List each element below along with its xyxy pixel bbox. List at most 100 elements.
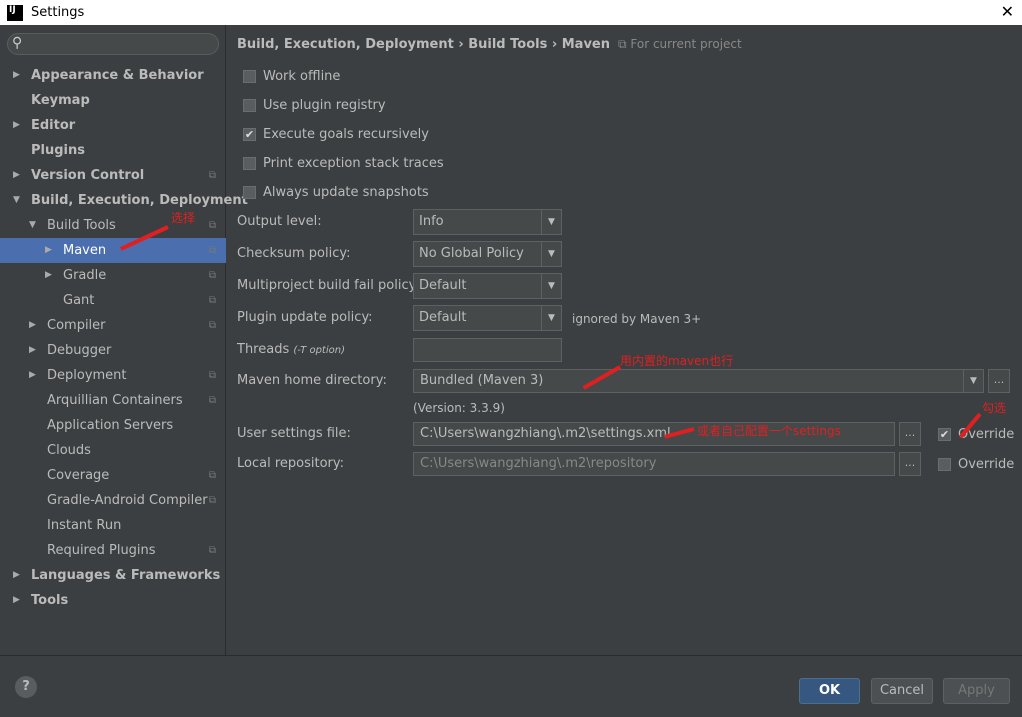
settings-sidebar: ⚲ ▶ Appearance & Behavior Keymap ▶ Editor Plu…: [0, 25, 248, 655]
breadcrumb-path: Build, Execution, Deployment › Build Too…: [237, 37, 610, 52]
chevron-down-icon: ▼: [541, 306, 561, 330]
close-icon[interactable]: ✕: [1001, 2, 1014, 21]
project-scope-icon: ⧉: [208, 370, 216, 381]
threads-input[interactable]: [413, 338, 562, 362]
plugin-update-policy-select[interactable]: Default ▼: [413, 305, 562, 331]
chevron-right-icon[interactable]: ▶: [45, 238, 52, 263]
sidebar-item-debugger[interactable]: ▶ Debugger: [0, 338, 226, 363]
checkbox-use-plugin-registry[interactable]: Use plugin registry: [243, 95, 386, 115]
sidebar-item-label: Arquillian Containers: [47, 393, 183, 408]
multiproject-policy-select[interactable]: Default ▼: [413, 273, 562, 299]
project-scope-icon: ⧉: [208, 470, 216, 481]
sidebar-item-maven[interactable]: ▶ Maven ⧉: [0, 238, 226, 263]
chevron-right-icon[interactable]: ▶: [29, 363, 36, 388]
sidebar-item-instant-run[interactable]: Instant Run: [0, 513, 226, 538]
sidebar-item-label: Version Control: [31, 168, 145, 183]
project-scope-icon: ⧉: [208, 170, 216, 181]
chevron-down-icon: ▼: [541, 210, 561, 234]
checksum-policy-select[interactable]: No Global Policy ▼: [413, 241, 562, 267]
override-label: Override: [958, 456, 1015, 472]
sidebar-item-label: Compiler: [47, 318, 106, 333]
cancel-button[interactable]: Cancel: [871, 678, 933, 704]
sidebar-item-label: Languages & Frameworks: [31, 568, 221, 583]
annotation-select: 选择: [171, 211, 196, 225]
sidebar-item-label: Instant Run: [47, 518, 122, 533]
sidebar-item-clouds[interactable]: Clouds: [0, 438, 226, 463]
sidebar-item-label: Required Plugins: [47, 543, 156, 558]
sidebar-item-plugins[interactable]: Plugins: [0, 138, 226, 163]
output-level-label: Output level:: [237, 214, 322, 229]
chevron-down-icon[interactable]: ▼: [13, 188, 20, 213]
settings-tree: ▶ Appearance & Behavior Keymap ▶ Editor Plugi…: [0, 63, 248, 613]
checkbox-work-offline[interactable]: Work offline: [243, 66, 340, 86]
sidebar-item-arquillian-containers[interactable]: Arquillian Containers ⧉: [0, 388, 226, 413]
maven-settings-panel: Build, Execution, Deployment › Build Too…: [227, 25, 1022, 655]
sidebar-item-label: Gradle-Android Compiler: [47, 493, 208, 508]
chevron-right-icon[interactable]: ▶: [45, 263, 52, 288]
chevron-right-icon[interactable]: ▶: [29, 338, 36, 363]
sidebar-item-editor[interactable]: ▶ Editor: [0, 113, 226, 138]
apply-button[interactable]: Apply: [943, 678, 1010, 704]
sidebar-item-deployment[interactable]: ▶ Deployment ⧉: [0, 363, 226, 388]
checkbox-unchecked-icon: [243, 69, 256, 83]
project-scope-icon: ⧉: [208, 245, 216, 256]
project-scope-icon: ⧉: [208, 395, 216, 406]
plugin-update-policy-value: Default: [419, 310, 467, 325]
sidebar-item-appearance-behavior[interactable]: ▶ Appearance & Behavior: [0, 63, 226, 88]
sidebar-item-gradle[interactable]: ▶ Gradle ⧉: [0, 263, 226, 288]
sidebar-item-coverage[interactable]: Coverage ⧉: [0, 463, 226, 488]
ok-button[interactable]: OK: [799, 678, 860, 704]
local-repository-browse-button[interactable]: ...: [899, 452, 921, 476]
plugin-update-policy-label: Plugin update policy:: [237, 310, 373, 325]
chevron-right-icon[interactable]: ▶: [13, 163, 20, 188]
search-input[interactable]: ⚲: [7, 33, 219, 55]
sidebar-item-label: Tools: [31, 593, 69, 608]
maven-version: (Version: 3.3.9): [413, 401, 505, 415]
maven-home-value: Bundled (Maven 3): [420, 373, 544, 388]
chevron-right-icon[interactable]: ▶: [13, 113, 20, 138]
output-level-select[interactable]: Info ▼: [413, 209, 562, 235]
local-repository-label: Local repository:: [237, 456, 344, 471]
sidebar-item-keymap[interactable]: Keymap: [0, 88, 226, 113]
chevron-down-icon: ▼: [963, 370, 983, 392]
chevron-right-icon[interactable]: ▶: [13, 63, 20, 88]
checksum-policy-label: Checksum policy:: [237, 246, 351, 261]
checkbox-unchecked-icon: [243, 185, 256, 199]
sidebar-item-version-control[interactable]: ▶ Version Control ⧉: [0, 163, 226, 188]
chevron-right-icon[interactable]: ▶: [13, 588, 20, 613]
help-button[interactable]: ?: [15, 676, 37, 698]
threads-label: Threads (-T option): [237, 342, 345, 357]
maven-home-browse-button[interactable]: ...: [988, 369, 1010, 393]
checkbox-execute-goals-recursively[interactable]: ✔ Execute goals recursively: [243, 124, 429, 144]
sidebar-item-label: Plugins: [31, 143, 85, 158]
sidebar-item-label: Gant: [63, 293, 95, 308]
checkbox-checked-icon: ✔: [938, 427, 951, 441]
chevron-down-icon[interactable]: ▼: [29, 213, 36, 238]
chevron-right-icon[interactable]: ▶: [13, 563, 20, 588]
sidebar-item-compiler[interactable]: ▶ Compiler ⧉: [0, 313, 226, 338]
user-settings-browse-button[interactable]: ...: [899, 422, 921, 446]
sidebar-item-tools[interactable]: ▶ Tools: [0, 588, 226, 613]
local-repository-override-checkbox[interactable]: Override: [938, 454, 1014, 474]
checkbox-print-exception-stack-traces[interactable]: Print exception stack traces: [243, 153, 444, 173]
sidebar-item-application-servers[interactable]: Application Servers: [0, 413, 226, 438]
user-settings-override-checkbox[interactable]: ✔ Override: [938, 424, 1014, 444]
sidebar-item-label: Gradle: [63, 268, 107, 283]
sidebar-item-label: Maven: [63, 243, 107, 258]
maven-home-select[interactable]: Bundled (Maven 3) ▼: [413, 369, 984, 393]
checkbox-always-update-snapshots[interactable]: Always update snapshots: [243, 182, 429, 202]
local-repository-input[interactable]: C:\Users\wangzhiang\.m2\repository: [413, 452, 895, 476]
checkbox-unchecked-icon: [938, 457, 951, 471]
sidebar-item-languages-frameworks[interactable]: ▶ Languages & Frameworks: [0, 563, 226, 588]
checkbox-checked-icon: ✔: [243, 127, 256, 141]
sidebar-item-gradle-android-compiler[interactable]: Gradle-Android Compiler ⧉: [0, 488, 226, 513]
sidebar-item-label: Build, Execution, Deployment: [31, 193, 248, 208]
checkbox-label: Always update snapshots: [263, 184, 429, 200]
sidebar-item-label: Application Servers: [47, 418, 174, 433]
checksum-policy-value: No Global Policy: [419, 246, 524, 261]
chevron-right-icon[interactable]: ▶: [29, 313, 36, 338]
sidebar-item-required-plugins[interactable]: Required Plugins ⧉: [0, 538, 226, 563]
annotation-bundled: 用内置的maven也行: [620, 354, 734, 368]
checkbox-label: Execute goals recursively: [263, 126, 429, 142]
sidebar-item-gant[interactable]: Gant ⧉: [0, 288, 226, 313]
